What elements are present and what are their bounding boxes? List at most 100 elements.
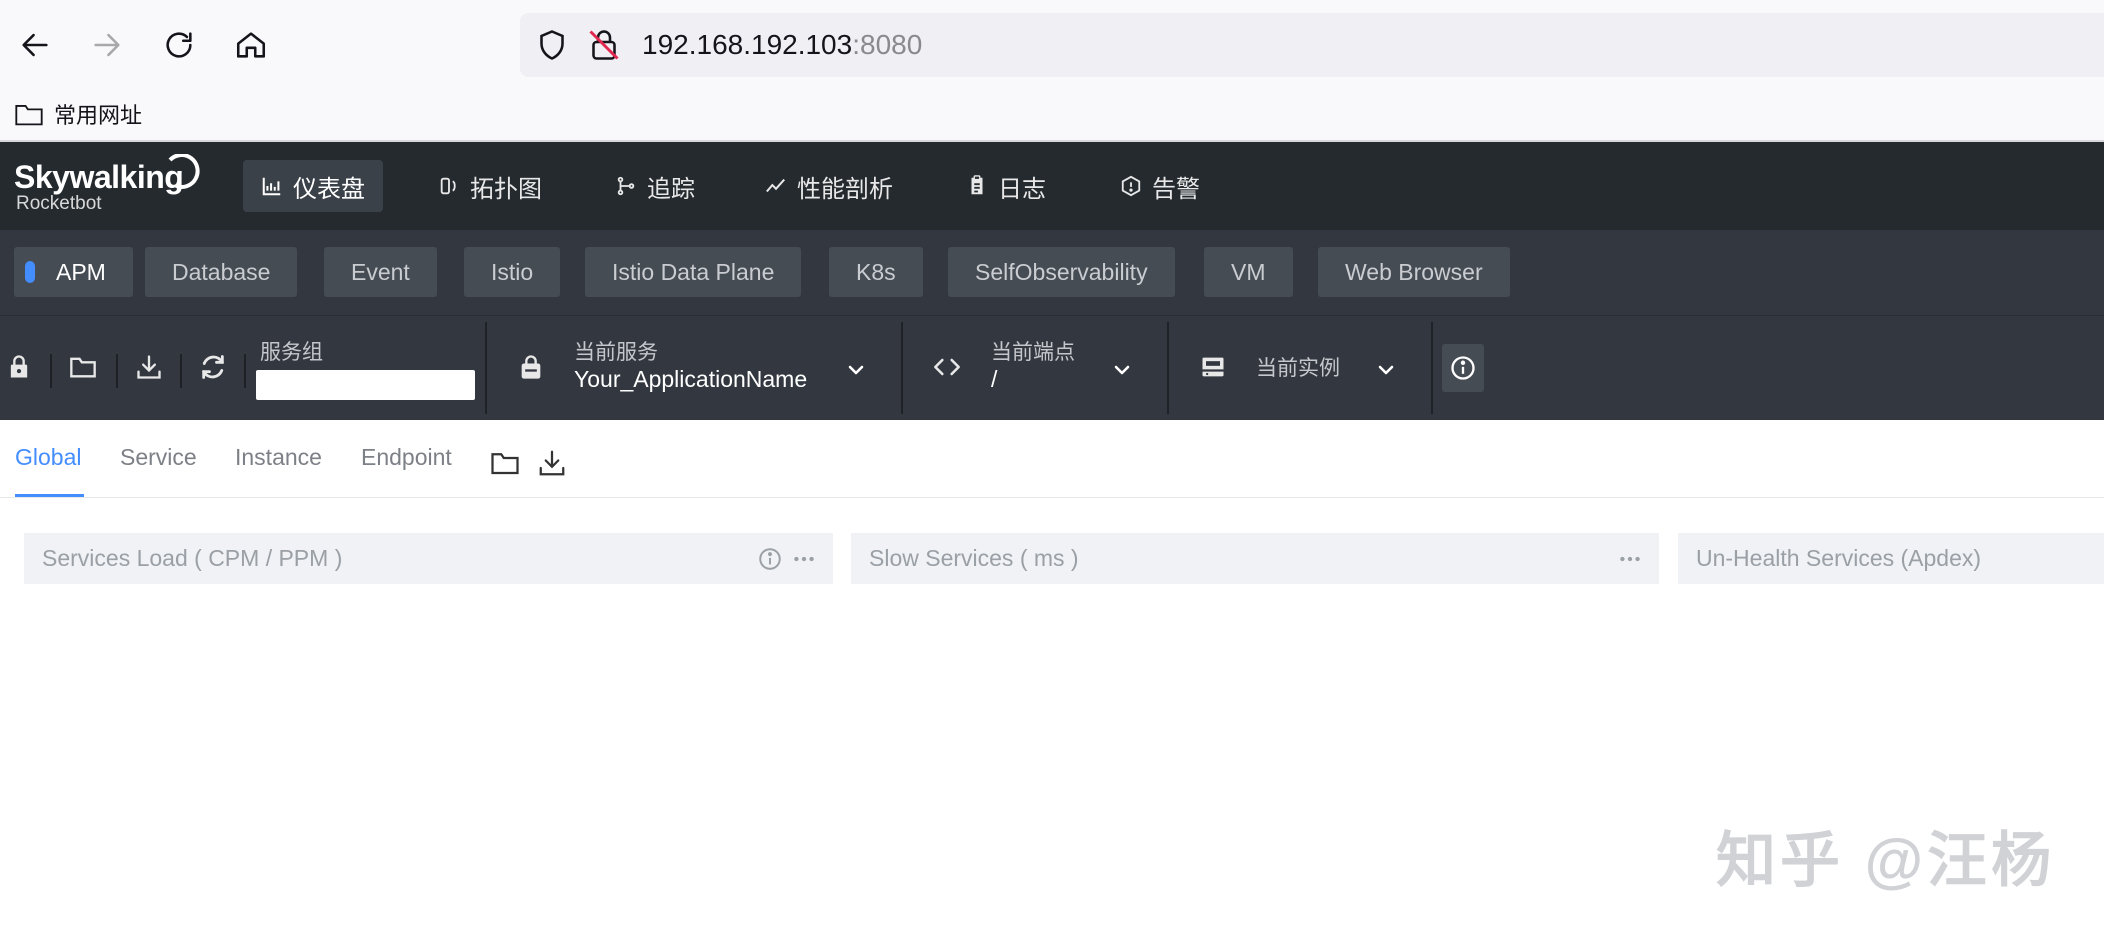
info-icon — [1451, 356, 1475, 380]
server-shape — [1202, 357, 1224, 377]
template-tab-web-browser[interactable]: Web Browser — [1318, 247, 1510, 297]
widget-tools — [757, 546, 817, 572]
template-tab-vm[interactable]: VM — [1204, 247, 1293, 297]
info-icon[interactable] — [757, 546, 783, 572]
download-shape — [137, 355, 161, 379]
template-tab-label: Event — [351, 258, 410, 285]
menu-trace[interactable]: 追踪 — [597, 160, 713, 212]
template-tab-label: Database — [172, 258, 271, 285]
more-options-icon[interactable] — [791, 546, 817, 572]
menu-log[interactable]: 日志 — [948, 160, 1064, 212]
forward-arrow-icon[interactable] — [82, 20, 132, 70]
chevron-down-icon[interactable] — [1374, 358, 1398, 382]
tab-instance[interactable]: Instance — [235, 444, 322, 471]
toolbar-divider — [485, 322, 487, 414]
service-group-label: 服务组 — [260, 341, 323, 364]
download-icon[interactable] — [537, 448, 567, 478]
template-tab-database[interactable]: Database — [145, 247, 298, 297]
widget-services-load: Services Load ( CPM / PPM ) — [24, 533, 833, 584]
template-tab-apm[interactable]: APM — [14, 247, 133, 297]
address-bar[interactable]: 192.168.192.103:8080 — [520, 13, 2104, 77]
more-options-icon[interactable] — [1617, 546, 1643, 572]
lock-shape — [10, 355, 28, 378]
reload-icon[interactable] — [154, 20, 204, 70]
template-tab-label: K8s — [856, 258, 896, 285]
template-tab-label: Istio Data Plane — [612, 258, 775, 285]
current-endpoint-label: 当前端点 — [991, 341, 1075, 364]
logo: Skywalking Rocketbot — [14, 154, 200, 214]
widget-title: Slow Services ( ms ) — [869, 545, 1079, 571]
endpoint-code-icon — [930, 350, 964, 384]
dashboard-tabs: Global Service Instance Endpoint — [0, 420, 2104, 498]
menu-trace-label: 追踪 — [647, 175, 695, 203]
chevron-down-icon[interactable] — [844, 358, 868, 382]
toolbar-divider — [180, 354, 182, 388]
bookmark-label: 常用网址 — [54, 103, 143, 128]
toolbar-divider — [244, 354, 246, 388]
browser-toolbar: 192.168.192.103:8080 — [0, 0, 2104, 90]
template-tab-k8s[interactable]: K8s — [829, 247, 923, 297]
template-tab-label: VM — [1231, 258, 1266, 285]
widget-title: Services Load ( CPM / PPM ) — [42, 545, 343, 571]
folder-icon — [15, 105, 43, 126]
download-icon[interactable] — [132, 350, 166, 384]
menu-alarm[interactable]: 告警 — [1102, 160, 1218, 212]
template-tab-label: Web Browser — [1345, 258, 1483, 285]
folder-icon[interactable] — [490, 448, 520, 478]
alarm-icon — [1121, 175, 1141, 197]
tab-global[interactable]: Global — [15, 444, 81, 471]
shield-icon[interactable] — [534, 27, 570, 63]
menu-profile-label: 性能剖析 — [797, 175, 893, 203]
home-icon[interactable] — [226, 20, 276, 70]
toolbar-divider — [50, 354, 52, 388]
template-tabs-bar: APM Database Event Istio Istio Data Plan… — [0, 230, 2104, 316]
toolbar-divider — [116, 354, 118, 388]
template-tab-label: APM — [56, 258, 106, 285]
chevron-down-icon[interactable] — [1110, 358, 1134, 382]
widget-slow-services: Slow Services ( ms ) — [851, 533, 1659, 584]
toolbar-divider — [1431, 322, 1433, 414]
url-host: 192.168.192.103 — [642, 29, 853, 60]
widget-tools — [1617, 546, 1643, 572]
active-tab-indicator — [25, 261, 35, 283]
info-button[interactable] — [1442, 344, 1484, 392]
current-service-value: Your_ApplicationName — [574, 366, 808, 392]
template-tab-istio[interactable]: Istio — [464, 247, 561, 297]
menu-log-label: 日志 — [998, 175, 1046, 203]
menu-alarm-label: 告警 — [1152, 175, 1200, 203]
menu-dashboard[interactable]: 仪表盘 — [243, 160, 383, 212]
menu-profile[interactable]: 性能剖析 — [747, 160, 911, 212]
bookmark-folder[interactable]: 常用网址 — [14, 98, 142, 130]
insecure-lock-icon[interactable] — [586, 27, 622, 63]
bookmarks-bar: 常用网址 — [0, 90, 2104, 142]
template-tab-istio-data-plane[interactable]: Istio Data Plane — [585, 247, 802, 297]
profile-line-icon — [766, 178, 785, 193]
current-service-label: 当前服务 — [574, 341, 658, 364]
folder-icon[interactable] — [66, 350, 100, 384]
refresh-shape — [202, 355, 224, 379]
template-tab-event[interactable]: Event — [324, 247, 437, 297]
template-tab-label: Istio — [491, 258, 534, 285]
tab-endpoint[interactable]: Endpoint — [361, 444, 452, 471]
back-arrow-icon[interactable] — [10, 20, 60, 70]
log-clipboard-icon — [971, 175, 983, 195]
watermark-text: 知乎 @汪杨 — [1716, 827, 2056, 894]
refresh-icon[interactable] — [196, 350, 230, 384]
app-header: Skywalking Rocketbot 仪表盘 拓扑图 追踪 性能剖析 日志 … — [0, 142, 2104, 230]
toolbar-divider — [1167, 322, 1169, 414]
instance-server-icon — [1196, 350, 1230, 384]
url-port: :8080 — [852, 29, 923, 60]
active-tab-underline — [15, 494, 84, 497]
template-tab-label: SelfObservability — [975, 258, 1148, 285]
menu-topology-label: 拓扑图 — [470, 175, 542, 203]
url-text[interactable]: 192.168.192.103:8080 — [642, 29, 922, 61]
template-tab-selfobservability[interactable]: SelfObservability — [948, 247, 1175, 297]
topology-icon — [440, 177, 456, 195]
service-group-input[interactable] — [256, 370, 475, 400]
widget-title: Un-Health Services (Apdex) — [1696, 545, 1982, 571]
tab-service[interactable]: Service — [120, 444, 197, 471]
logo-text: Skywalking — [14, 159, 184, 195]
code-brackets-shape — [934, 358, 960, 376]
lock-icon[interactable] — [2, 350, 36, 384]
menu-topology[interactable]: 拓扑图 — [420, 160, 560, 212]
